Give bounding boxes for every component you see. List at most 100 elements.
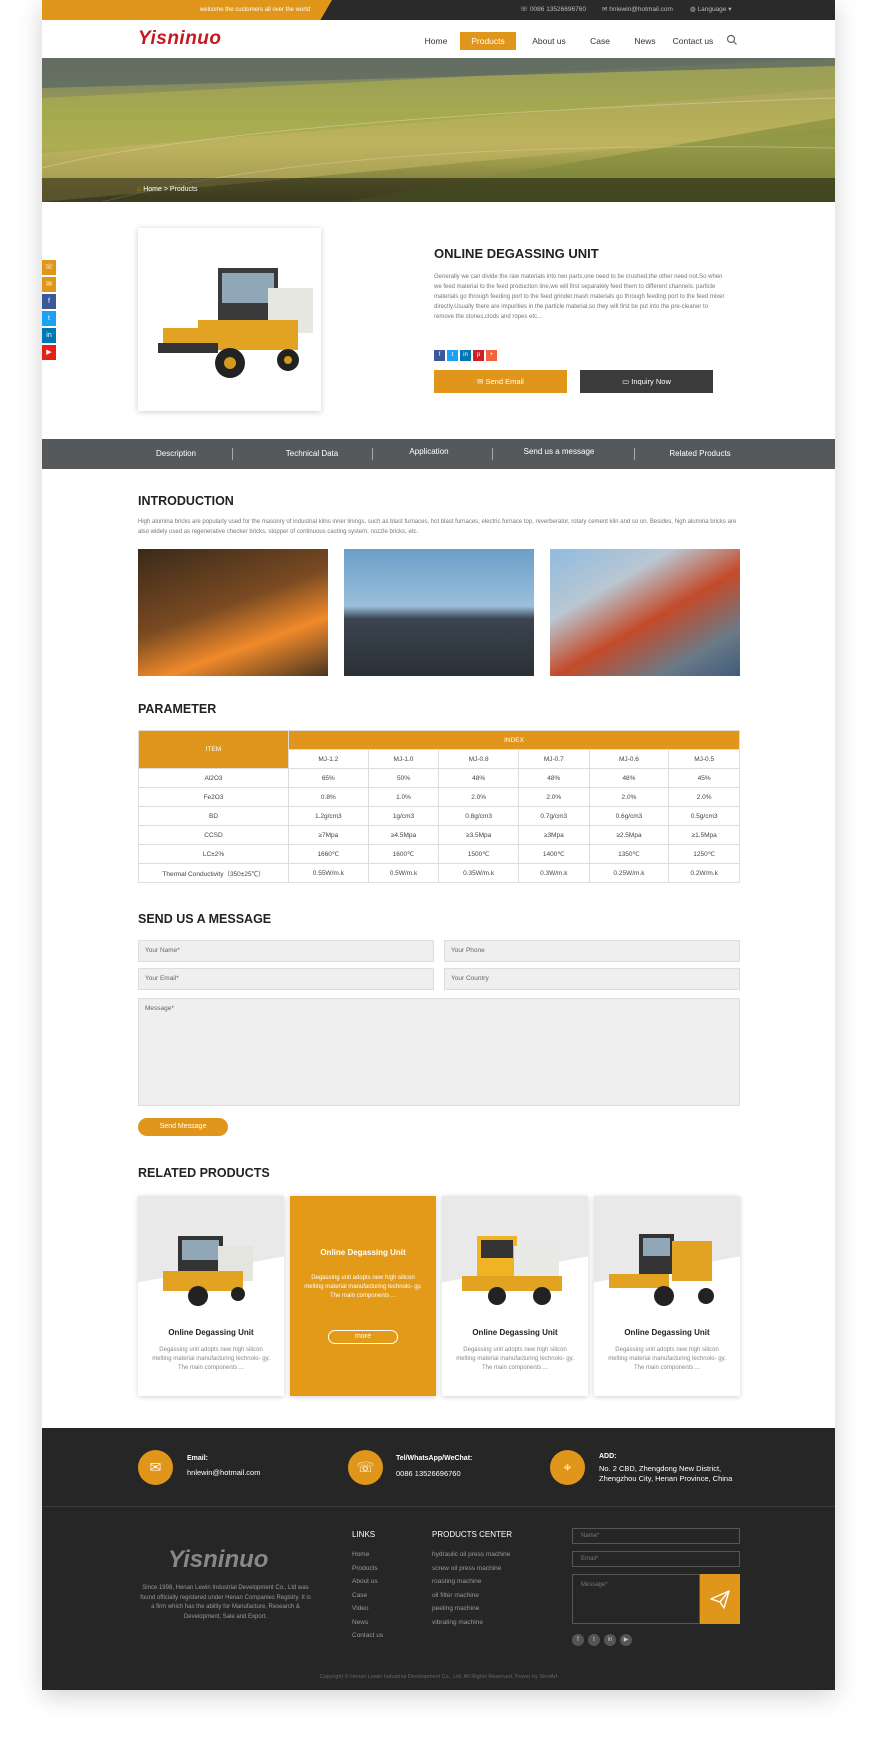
- related-card-title: Online Degassing Unit: [624, 1328, 710, 1337]
- phone-field[interactable]: Your Phone: [444, 940, 740, 962]
- footer-link-news[interactable]: News: [352, 1616, 383, 1630]
- share-facebook-icon[interactable]: f: [434, 350, 445, 361]
- tab-send-message[interactable]: Send us a message: [504, 437, 614, 467]
- more-button[interactable]: more: [328, 1330, 398, 1344]
- table-row: BD 1.2g/cm3 1g/cm3 0.8g/cm3 0.7g/cm3 0.6g/cm3…: [138, 806, 740, 826]
- footer-product-link[interactable]: peeling machine: [432, 1602, 510, 1616]
- message-field[interactable]: Message*: [138, 998, 740, 1106]
- side-phone-icon[interactable]: ☏: [42, 260, 56, 275]
- table-cell: 0.7g/cm3: [517, 806, 590, 826]
- topbar-email-text: hnlewin@hotmail.com: [609, 6, 673, 13]
- footer-product-link[interactable]: roasting machine: [432, 1575, 510, 1589]
- country-field[interactable]: Your Country: [444, 968, 740, 990]
- footer-about: Since 1998, Henan Lewin Industrial Devel…: [140, 1585, 311, 1620]
- side-mail-icon[interactable]: ✉: [42, 277, 56, 292]
- related-card-title: Online Degassing Unit: [168, 1328, 254, 1337]
- message-heading: SEND US A MESSAGE: [138, 912, 272, 926]
- tab-divider: [634, 448, 635, 460]
- breadcrumb: ⌂ Home > Products: [42, 178, 835, 202]
- footer-link-contact-us[interactable]: Contact us: [352, 1629, 383, 1643]
- share-more-icon[interactable]: +: [486, 350, 497, 361]
- nav-products[interactable]: Products: [460, 32, 516, 50]
- nav-home[interactable]: Home: [414, 32, 458, 50]
- related-card-desc: Degassing unit adopts new high silicon m…: [304, 1275, 422, 1299]
- main-nav: Yisninuo Home Products About us Case New…: [42, 20, 835, 58]
- footer-link-home[interactable]: Home: [352, 1548, 383, 1562]
- footer-tel-label: Tel/WhatsApp/WeChat:: [396, 1455, 473, 1462]
- language-selector[interactable]: ◍ Language ▾: [690, 0, 731, 20]
- nav-contact-us[interactable]: Contact us: [666, 32, 720, 50]
- footer-email-value[interactable]: hnlewin@hotmail.com: [187, 1468, 260, 1478]
- footer-link-case[interactable]: Case: [352, 1589, 383, 1603]
- name-field[interactable]: Your Name*: [138, 940, 434, 962]
- table-row-label: Fe2O3: [138, 787, 289, 807]
- footer-name-field[interactable]: Name*: [572, 1528, 740, 1544]
- table-cell: 2.0%: [588, 787, 670, 807]
- side-youtube-icon[interactable]: ▶: [42, 345, 56, 360]
- related-card-highlighted[interactable]: Online Degassing Unit Degassing unit ado…: [290, 1196, 436, 1396]
- footer-send-button[interactable]: [700, 1574, 740, 1624]
- table-cell: 0.3W/m.k: [517, 863, 590, 883]
- table-model-header: MJ-0.8: [438, 749, 519, 769]
- tab-divider: [372, 448, 373, 460]
- footer-youtube-icon[interactable]: ▶: [620, 1634, 632, 1646]
- table-cell: 1660℃: [288, 844, 369, 864]
- share-twitter-icon[interactable]: t: [447, 350, 458, 361]
- tab-application[interactable]: Application: [377, 437, 481, 467]
- table-cell: 0.2W/m.k: [668, 863, 740, 883]
- location-icon: ⌖: [550, 1450, 585, 1485]
- topbar-phone-text: 0086 13526696760: [529, 6, 586, 13]
- footer-links-heading: LINKS: [352, 1530, 376, 1539]
- footer-message-field[interactable]: Message*: [572, 1574, 700, 1624]
- footer-email-field[interactable]: Email*: [572, 1551, 740, 1567]
- footer-twitter-icon[interactable]: t: [588, 1634, 600, 1646]
- footer-facebook-icon[interactable]: f: [572, 1634, 584, 1646]
- footer-product-link[interactable]: screw oil press machine: [432, 1562, 510, 1576]
- related-card[interactable]: Online Degassing Unit Degassing unit ado…: [442, 1196, 588, 1396]
- inquiry-now-button[interactable]: ▭ Inquiry Now: [580, 370, 713, 393]
- related-card[interactable]: Online Degassing Unit Degassing unit ado…: [594, 1196, 740, 1396]
- tab-related-products[interactable]: Related Products: [648, 439, 752, 469]
- send-email-label: Send Email: [485, 377, 524, 386]
- nav-about-us[interactable]: About us: [524, 32, 574, 50]
- footer-link-about-us[interactable]: About us: [352, 1575, 383, 1589]
- related-card[interactable]: Online Degassing Unit Degassing unit ado…: [138, 1196, 284, 1396]
- table-row: Fe2O3 0.8% 1.0% 2.0% 2.0% 2.0% 2.0%: [138, 787, 740, 807]
- table-cell: 2.0%: [668, 787, 740, 807]
- footer-logo: Yisninuo: [168, 1546, 269, 1573]
- email-field[interactable]: Your Email*: [138, 968, 434, 990]
- phone-icon: ☏: [520, 6, 530, 13]
- tab-technical-data[interactable]: Technical Data: [260, 439, 364, 469]
- footer-link-products[interactable]: Products: [352, 1562, 383, 1576]
- parameter-table: ITEM INDEX MJ-1.2 MJ-1.0 MJ-0.8 MJ-0.7 MJ-0.…: [138, 730, 740, 883]
- table-row-label: BD: [138, 806, 289, 826]
- footer-product-link[interactable]: vibrating machine: [432, 1616, 510, 1630]
- tab-description[interactable]: Description: [124, 439, 228, 469]
- footer-product-link[interactable]: hydraulic oil press machine: [432, 1548, 510, 1562]
- table-cell: 0.6g/cm3: [588, 806, 670, 826]
- send-email-button[interactable]: ✉ Send Email: [434, 370, 567, 393]
- introduction-text: High alumina bricks are popularly used f…: [138, 519, 737, 535]
- table-model-header: MJ-0.5: [668, 749, 740, 769]
- footer-linkedin-icon[interactable]: in: [604, 1634, 616, 1646]
- side-twitter-icon[interactable]: t: [42, 311, 56, 326]
- share-pinterest-icon[interactable]: p: [473, 350, 484, 361]
- footer-link-video[interactable]: Video: [352, 1602, 383, 1616]
- footer-add-label: ADD:: [599, 1453, 617, 1460]
- footer-product-link[interactable]: oil filter machine: [432, 1589, 510, 1603]
- welcome-text: welcome the customers all over the world: [42, 0, 332, 20]
- logo[interactable]: Yisninuo: [138, 28, 222, 50]
- side-linkedin-icon[interactable]: in: [42, 328, 56, 343]
- nav-news[interactable]: News: [624, 32, 666, 50]
- parameter-heading: PARAMETER: [138, 702, 217, 716]
- topbar-email[interactable]: ✉ hnlewin@hotmail.com: [602, 0, 673, 20]
- chat-icon: ▭: [622, 377, 632, 386]
- nav-case[interactable]: Case: [580, 32, 620, 50]
- side-facebook-icon[interactable]: f: [42, 294, 56, 309]
- send-message-button[interactable]: Send Message: [138, 1118, 228, 1136]
- share-linkedin-icon[interactable]: in: [460, 350, 471, 361]
- search-icon[interactable]: [726, 33, 740, 47]
- breadcrumb-home[interactable]: Home: [143, 186, 162, 193]
- table-row: CCSD ≥7Mpa ≥4.5Mpa ≥3.5Mpa ≥3Mpa ≥2.5Mpa ≥1.5M…: [138, 825, 740, 845]
- mail-icon: ✉: [477, 377, 486, 386]
